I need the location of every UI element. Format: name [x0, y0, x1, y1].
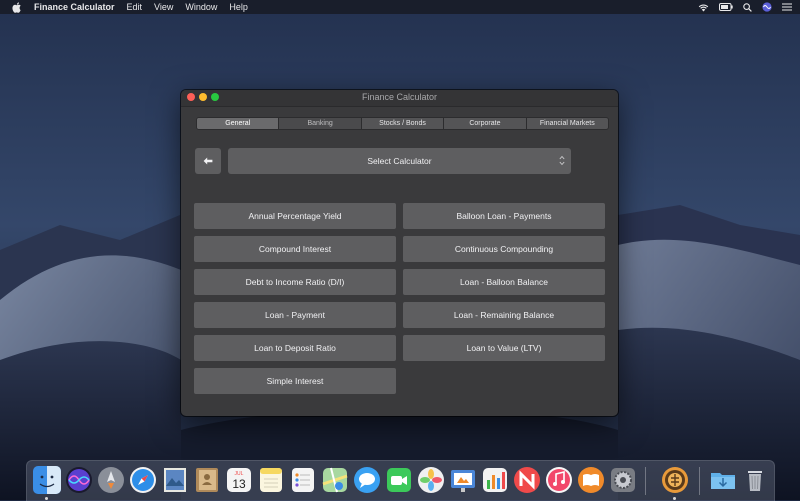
window-title: Finance Calculator — [361, 92, 438, 102]
select-calculator-popup[interactable]: Select Calculator — [228, 148, 571, 174]
reminders-icon[interactable] — [289, 466, 317, 494]
maps-icon[interactable] — [321, 466, 349, 494]
calendar-icon[interactable]: JUL 13 — [225, 466, 253, 494]
photos-icon[interactable] — [417, 466, 445, 494]
facetime-icon[interactable] — [385, 466, 413, 494]
calc-loan-remaining-balance-button[interactable]: Loan - Remaining Balance — [403, 302, 605, 328]
finder-icon[interactable] — [33, 466, 61, 494]
apple-menu-icon[interactable] — [12, 1, 24, 13]
notification-center-icon[interactable] — [782, 3, 792, 11]
system-preferences-icon[interactable] — [609, 466, 637, 494]
arrow-left-icon — [203, 157, 213, 165]
news-icon[interactable] — [513, 466, 541, 494]
calc-loan-to-value-button[interactable]: Loan to Value (LTV) — [403, 335, 605, 361]
menu-window[interactable]: Window — [185, 2, 217, 12]
select-calculator-label: Select Calculator — [367, 156, 432, 166]
trash-icon[interactable] — [741, 466, 769, 494]
calc-balloon-loan-payments-button[interactable]: Balloon Loan - Payments — [403, 203, 605, 229]
siri-icon[interactable] — [65, 466, 93, 494]
calc-simple-interest-button[interactable]: Simple Interest — [194, 368, 396, 394]
calc-continuous-compounding-button[interactable]: Continuous Compounding — [403, 236, 605, 262]
svg-text:13: 13 — [232, 477, 246, 491]
messages-icon[interactable] — [353, 466, 381, 494]
mail-stamp-icon[interactable] — [161, 466, 189, 494]
up-down-chevron-icon — [559, 155, 565, 168]
tab-general[interactable]: General — [197, 118, 279, 129]
siri-menu-icon[interactable] — [762, 2, 772, 12]
calc-annual-percentage-yield-button[interactable]: Annual Percentage Yield — [194, 203, 396, 229]
window-titlebar[interactable]: Finance Calculator — [181, 90, 618, 107]
menu-app-name[interactable]: Finance Calculator — [34, 2, 115, 12]
finance-calculator-icon[interactable] — [661, 466, 689, 494]
safari-icon[interactable] — [129, 466, 157, 494]
back-button[interactable] — [195, 148, 221, 174]
calc-loan-balloon-balance-button[interactable]: Loan - Balloon Balance — [403, 269, 605, 295]
downloads-folder-icon[interactable] — [709, 466, 737, 494]
category-tabs: General Banking Stocks / Bonds Corporate… — [196, 117, 609, 130]
tab-stocks-bonds[interactable]: Stocks / Bonds — [360, 118, 443, 129]
menu-edit[interactable]: Edit — [127, 2, 143, 12]
books-icon[interactable] — [577, 466, 605, 494]
calc-loan-payment-button[interactable]: Loan - Payment — [194, 302, 396, 328]
tab-banking[interactable]: Banking — [278, 118, 361, 129]
menu-bar: Finance Calculator Edit View Window Help — [0, 0, 800, 14]
dock-divider-2 — [699, 467, 700, 495]
keynote-icon[interactable] — [449, 466, 477, 494]
calc-loan-to-deposit-ratio-button[interactable]: Loan to Deposit Ratio — [194, 335, 396, 361]
notes-icon[interactable] — [257, 466, 285, 494]
numbers-icon[interactable] — [481, 466, 509, 494]
dock: JUL 13 — [26, 460, 775, 501]
dock-divider — [645, 467, 646, 495]
calc-compound-interest-button[interactable]: Compound Interest — [194, 236, 396, 262]
music-icon[interactable] — [545, 466, 573, 494]
tab-financial-markets[interactable]: Financial Markets — [525, 118, 608, 129]
contacts-icon[interactable] — [193, 466, 221, 494]
spotlight-search-icon[interactable] — [743, 2, 752, 12]
battery-icon[interactable] — [719, 3, 733, 11]
wifi-icon[interactable] — [698, 3, 709, 12]
finance-calculator-window: Finance Calculator General Banking Stock… — [181, 90, 618, 416]
calc-debt-to-income-ratio-button[interactable]: Debt to Income Ratio (D/I) — [194, 269, 396, 295]
menu-help[interactable]: Help — [229, 2, 248, 12]
menu-view[interactable]: View — [154, 2, 173, 12]
tab-corporate[interactable]: Corporate — [443, 118, 525, 129]
launchpad-icon[interactable] — [97, 466, 125, 494]
